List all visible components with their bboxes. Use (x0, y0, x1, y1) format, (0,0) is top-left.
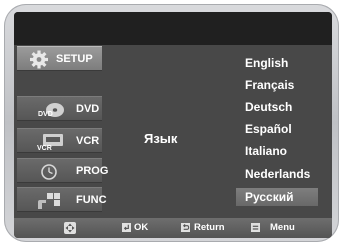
svg-text:DVD: DVD (38, 111, 53, 118)
menu-item-label: DVD (76, 103, 100, 115)
menu-item-vcr[interactable]: VCR VCR (17, 128, 102, 153)
menu-hint: Menu (270, 222, 295, 233)
language-option[interactable]: Nederlands (236, 165, 318, 183)
menu-item-setup[interactable]: SETUP (17, 46, 102, 71)
menu-icon (251, 223, 260, 232)
language-option[interactable]: English (236, 54, 318, 72)
vcr-icon: VCR (37, 134, 63, 151)
menu-item-prog[interactable]: PROG (17, 158, 108, 183)
menu-item-label: PROG (76, 165, 109, 177)
ok-hint: OK (134, 222, 149, 233)
svg-text:VCR: VCR (37, 145, 52, 151)
gear-icon (30, 50, 48, 69)
main-menu-sidebar: SETUP DVD DVD VCR VCR PROG FUNC (17, 46, 108, 218)
return-icon (181, 223, 190, 232)
osd-screen: SETUP DVD DVD VCR VCR PROG FUNC Язык Eng… (14, 12, 332, 238)
menu-item-label: VCR (76, 135, 100, 147)
language-option[interactable]: Deutsch (236, 98, 318, 116)
language-option[interactable]: Italiano (236, 142, 318, 160)
menu-item-dvd[interactable]: DVD DVD (17, 96, 102, 121)
language-option[interactable]: Français (236, 76, 318, 94)
menu-item-label: SETUP (56, 53, 93, 65)
language-option-selected[interactable]: Русский (236, 188, 318, 206)
menu-item-label: FUNC (76, 194, 107, 206)
directional-pad-icon (64, 222, 76, 234)
return-hint: Return (194, 222, 225, 233)
dvd-disc-icon: DVD (38, 103, 64, 118)
header-band (14, 12, 332, 45)
setting-label: Язык (144, 131, 178, 146)
language-option[interactable]: Español (236, 120, 318, 138)
bottom-help-bar: OK Return Menu (14, 218, 332, 238)
enter-icon (122, 223, 131, 232)
menu-item-func[interactable]: FUNC (17, 187, 107, 212)
function-grid-icon (38, 193, 60, 209)
clock-icon (41, 164, 57, 180)
